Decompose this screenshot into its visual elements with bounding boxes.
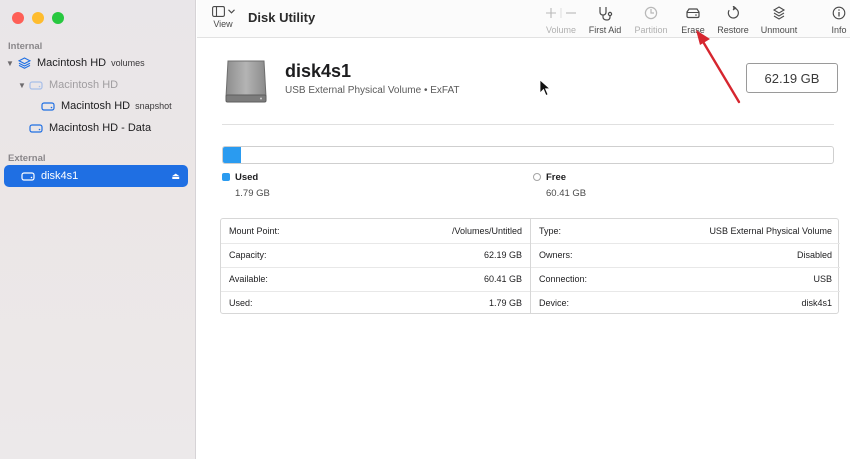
info-key: Connection: (539, 274, 588, 284)
first-aid-label: First Aid (588, 25, 622, 35)
info-row-used: Used: 1.79 GB (221, 291, 530, 315)
info-key: Capacity: (229, 250, 267, 260)
info-key: Device: (539, 298, 570, 308)
info-row-type: Type: USB External Physical Volume (531, 219, 840, 243)
info-icon (832, 6, 846, 20)
usage-bar-used (223, 147, 241, 163)
disk-size-badge: 62.19 GB (746, 63, 838, 93)
partition-button[interactable]: Partition (633, 5, 669, 35)
drive-icon (28, 79, 44, 91)
unmount-label: Unmount (760, 25, 798, 35)
app-title: Disk Utility (248, 10, 316, 25)
section-label-internal: Internal (8, 41, 43, 52)
info-row-device: Device: disk4s1 (531, 291, 840, 315)
sidebar: Internal ▼ Macintosh HD volumes ▼ Macint… (0, 0, 196, 459)
sidebar-item-sublabel: volumes (111, 58, 145, 68)
free-label: Free (546, 172, 567, 183)
unmount-icon (772, 6, 786, 20)
external-drive-icon (20, 170, 36, 182)
minimize-window-button[interactable] (32, 12, 44, 24)
section-label-external: External (8, 153, 46, 164)
info-key: Type: (539, 226, 562, 236)
partition-label: Partition (634, 25, 668, 35)
info-key: Mount Point: (229, 226, 280, 236)
zoom-window-button[interactable] (52, 12, 64, 24)
sidebar-item-label: Macintosh HD - Data (49, 122, 152, 134)
drive-icon (28, 122, 44, 134)
toolbar: View Disk Utility Volume First Aid Parti… (197, 0, 850, 38)
sidebar-item-label: disk4s1 (41, 170, 79, 182)
info-value: 1.79 GB (488, 298, 522, 308)
external-drive-icon (222, 57, 270, 105)
info-key: Available: (229, 274, 268, 284)
disk-name: disk4s1 (285, 61, 352, 81)
info-value: disk4s1 (801, 298, 832, 308)
pie-clock-icon (644, 6, 658, 20)
info-row-available: Available: 60.41 GB (221, 267, 530, 291)
annotation-arrow (696, 30, 741, 104)
volume-button[interactable]: Volume (544, 5, 578, 35)
chevron-down-icon[interactable]: ▼ (16, 81, 28, 90)
disk-description: USB External Physical Volume • ExFAT (285, 85, 460, 96)
sidebar-item-macintosh-hd-container[interactable]: ▼ Macintosh HD volumes (4, 53, 188, 73)
chevron-down-icon[interactable]: ▼ (4, 59, 16, 68)
info-value: 62.19 GB (483, 250, 522, 260)
legend-free: Free 60.41 GB (533, 172, 586, 199)
info-label: Info (831, 25, 847, 35)
usage-bar (222, 146, 834, 164)
info-value: Disabled (796, 250, 832, 260)
section-divider (222, 124, 834, 125)
eraser-drive-icon (686, 8, 700, 19)
sidebar-item-macintosh-hd-volume[interactable]: ▼ Macintosh HD (16, 75, 200, 95)
free-swatch (533, 173, 541, 181)
sidebar-item-label: Macintosh HD (49, 79, 119, 91)
sidebar-item-macintosh-hd-snapshot[interactable]: Macintosh HD snapshot (40, 96, 188, 116)
used-value: 1.79 GB (235, 188, 270, 199)
sidebar-item-disk4s1[interactable]: disk4s1 ⏏ (4, 165, 188, 187)
info-value: USB External Physical Volume (709, 226, 832, 236)
legend-used: Used 1.79 GB (222, 172, 270, 199)
info-value: USB (813, 274, 832, 284)
mouse-cursor-icon (539, 79, 551, 97)
info-row-connection: Connection: USB (531, 267, 840, 291)
info-row-capacity: Capacity: 62.19 GB (221, 243, 530, 267)
sidebar-toggle-icon (211, 6, 225, 17)
plus-minus-icon (546, 8, 576, 18)
sidebar-item-sublabel: snapshot (135, 101, 172, 111)
unmount-button[interactable]: Unmount (758, 5, 800, 35)
info-value: 60.41 GB (483, 274, 522, 284)
info-row-mount-point: Mount Point: /Volumes/Untitled (221, 219, 530, 243)
close-window-button[interactable] (12, 12, 24, 24)
window-controls (12, 12, 64, 24)
sidebar-item-macintosh-hd-data[interactable]: Macintosh HD - Data (28, 118, 188, 138)
view-button[interactable]: View (209, 6, 237, 29)
used-swatch (222, 173, 230, 181)
free-value: 60.41 GB (546, 188, 587, 199)
chevron-down-icon (227, 9, 235, 14)
info-row-owners: Owners: Disabled (531, 243, 840, 267)
drive-icon (40, 100, 56, 112)
eject-icon[interactable]: ⏏ (171, 171, 180, 182)
stethoscope-icon (599, 6, 613, 21)
view-label: View (213, 19, 233, 29)
info-value: /Volumes/Untitled (451, 226, 522, 236)
info-button[interactable]: Info (826, 5, 850, 35)
sidebar-item-label: Macintosh HD (61, 100, 131, 112)
restore-arrow-icon (727, 6, 739, 19)
volume-label: Volume (545, 25, 577, 35)
info-table: Mount Point: /Volumes/Untitled Capacity:… (220, 218, 840, 315)
sidebar-item-label: Macintosh HD (37, 57, 107, 69)
used-label: Used (235, 172, 259, 183)
first-aid-button[interactable]: First Aid (588, 5, 622, 35)
info-key: Owners: (539, 250, 573, 260)
layers-icon (16, 57, 32, 69)
info-key: Used: (229, 298, 253, 308)
